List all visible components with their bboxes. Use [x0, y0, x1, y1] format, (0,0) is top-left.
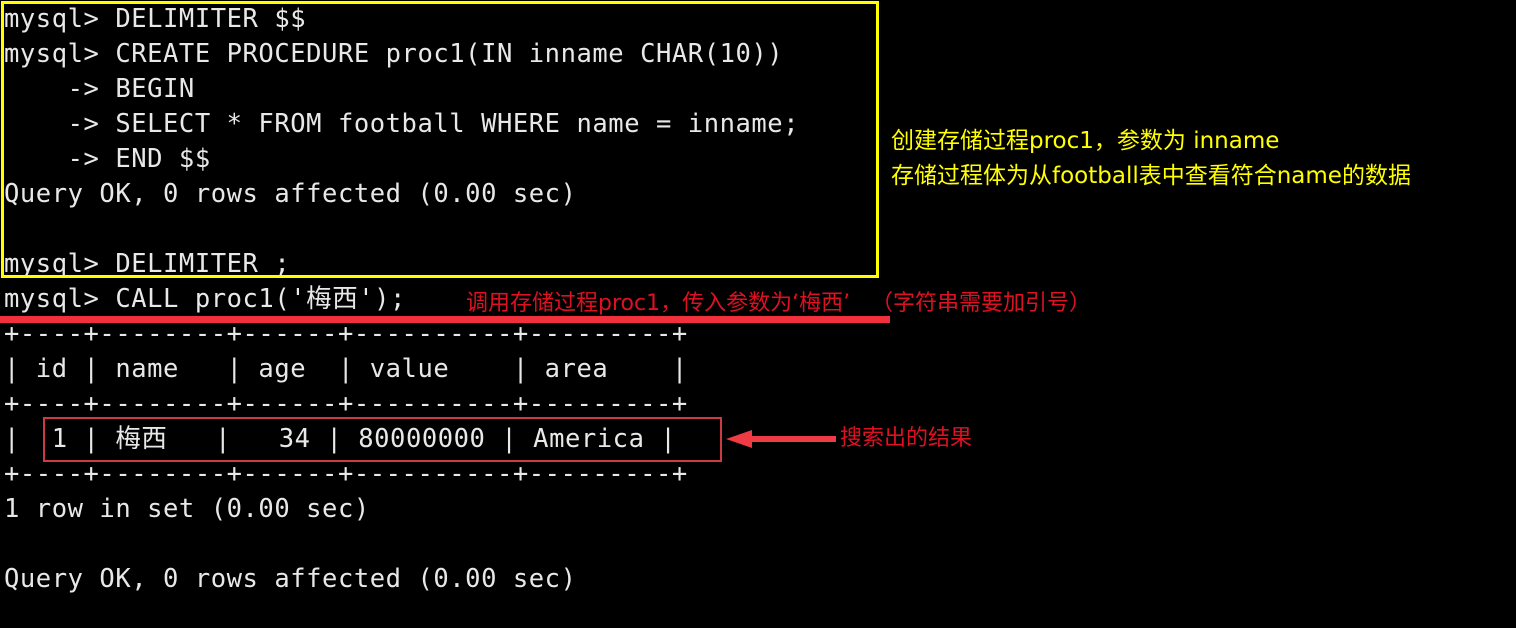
terminal-line-call: mysql> CALL proc1('梅西'); — [4, 284, 406, 314]
terminal-line: mysql> DELIMITER ; — [4, 249, 291, 279]
terminal-line: mysql> CREATE PROCEDURE proc1(IN inname … — [4, 39, 784, 69]
query-ok-status: Query OK, 0 rows affected (0.00 sec) — [4, 564, 577, 594]
terminal-line: -> BEGIN — [4, 74, 195, 104]
row-count-status: 1 row in set (0.00 sec) — [4, 494, 370, 524]
table-data-row: | 1 | 梅西 | 34 | 80000000 | America | — [4, 424, 677, 454]
terminal-line: -> END $$ — [4, 144, 211, 174]
terminal-line: mysql> DELIMITER $$ — [4, 4, 307, 34]
terminal-line: Query OK, 0 rows affected (0.00 sec) — [4, 179, 577, 209]
table-header-row: | id | name | age | value | area | — [4, 354, 688, 384]
left-arrow-icon — [726, 430, 836, 448]
table-separator-bottom: +----+--------+------+----------+-------… — [4, 459, 688, 489]
terminal-screen: mysql> DELIMITER $$ mysql> CREATE PROCED… — [0, 0, 1516, 628]
annotation-create-procedure-line2: 存储过程体为从football表中查看符合name的数据 — [891, 163, 1411, 189]
terminal-line: -> SELECT * FROM football WHERE name = i… — [4, 109, 800, 139]
annotation-create-procedure-line1: 创建存储过程proc1，参数为 inname — [891, 128, 1280, 154]
annotation-result-row: 搜索出的结果 — [840, 426, 973, 451]
table-separator-mid: +----+--------+------+----------+-------… — [4, 389, 688, 419]
annotation-call-statement: 调用存储过程proc1，传入参数为‘梅西’ （字符串需要加引号） — [466, 291, 1092, 316]
